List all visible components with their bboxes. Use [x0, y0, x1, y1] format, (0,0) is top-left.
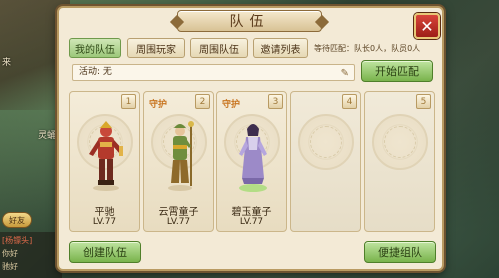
chat-line: [杨镖头]: [2, 236, 33, 245]
slot-number: 1: [121, 94, 136, 109]
team-slot-1[interactable]: 1 平驰 LV.77: [69, 91, 140, 232]
guardian-tag: 守护: [222, 100, 241, 110]
member-level: LV.77: [92, 217, 117, 227]
team-slot-5[interactable]: 5: [364, 91, 435, 232]
slot-medallion: [298, 114, 354, 170]
guardian-tag: 守护: [149, 100, 168, 110]
character-portrait: [168, 121, 194, 191]
background-text: 来: [2, 58, 12, 68]
member-name: 云霄童子: [158, 207, 199, 218]
chat-panel[interactable]: [杨镖头] 你好 驰好: [0, 232, 62, 278]
tab-nearby-players[interactable]: 周围玩家: [127, 38, 185, 58]
background-text: 灵蛹: [38, 131, 57, 141]
activity-label: 活动: 无: [79, 67, 112, 77]
start-match-button[interactable]: 开始匹配: [361, 60, 433, 82]
slot-number: 4: [342, 94, 357, 109]
slot-number: 5: [416, 94, 431, 109]
team-slot-4[interactable]: 4: [290, 91, 361, 232]
chat-line: 驰好: [2, 262, 18, 271]
team-slot-3[interactable]: 3 守护 碧玉童子 LV.77: [216, 91, 287, 232]
tab-invite-list[interactable]: 邀请列表: [253, 38, 308, 58]
team-slot-2[interactable]: 2 守护 云霄童子 LV.77: [143, 91, 214, 232]
team-panel: 队伍 ✕ 我的队伍 周围玩家 周围队伍 邀请列表 等待匹配：队长0人，队员0人 …: [57, 6, 444, 271]
member-level: LV.77: [166, 217, 191, 227]
member-level: LV.77: [239, 217, 264, 227]
activity-field[interactable]: 活动: 无 ✎: [72, 64, 355, 81]
friends-chip[interactable]: 好友: [2, 212, 32, 228]
quick-team-button[interactable]: 便捷组队: [364, 241, 436, 263]
slot-number: 2: [195, 94, 210, 109]
queue-info: 等待匹配：队长0人，队员0人: [314, 44, 421, 53]
member-name: 碧玉童子: [231, 207, 272, 218]
member-name: 平驰: [94, 207, 115, 218]
character-portrait: [239, 124, 267, 192]
tab-nearby-teams[interactable]: 周围队伍: [190, 38, 248, 58]
panel-title: 队伍: [177, 10, 322, 32]
slot-number: 3: [268, 94, 283, 109]
create-team-button[interactable]: 创建队伍: [69, 241, 141, 263]
tab-my-team[interactable]: 我的队伍: [69, 38, 121, 58]
slot-medallion: [372, 114, 428, 170]
close-button[interactable]: ✕: [414, 13, 440, 39]
character-portrait: [89, 121, 123, 191]
edit-icon[interactable]: ✎: [341, 66, 349, 81]
chat-line: 你好: [2, 249, 18, 258]
